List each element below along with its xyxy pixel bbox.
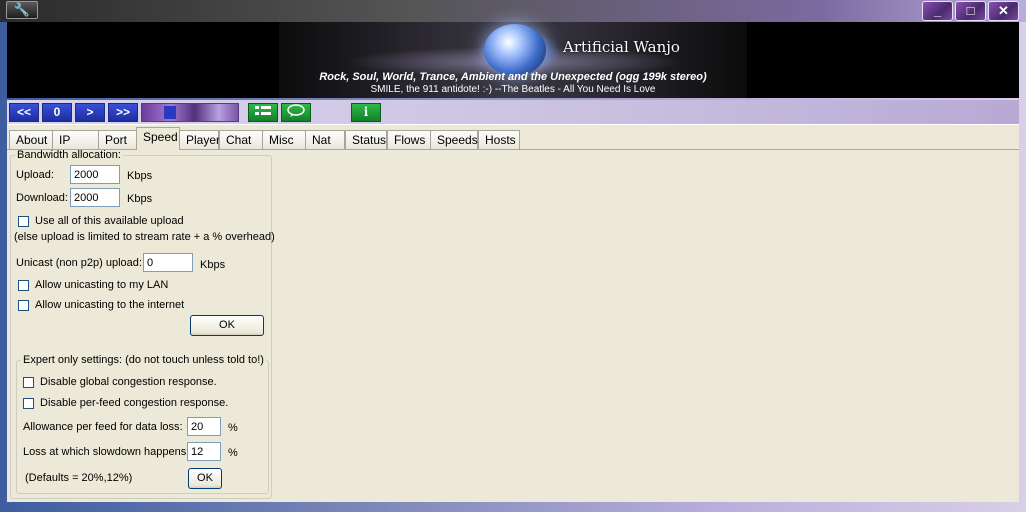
defaults-note: (Defaults = 20%,12%) [25, 472, 133, 484]
chat-bubble-icon[interactable] [281, 103, 311, 122]
rewind-button[interactable]: << [9, 103, 39, 122]
loss-unit: % [228, 447, 238, 459]
allow-internet-label: Allow unicasting to the internet [35, 299, 185, 311]
now-playing-text: SMILE, the 911 antidote! :-) --The Beatl… [370, 84, 656, 95]
expert-ok-button[interactable]: OK [188, 468, 222, 489]
bandwidth-legend: Bandwidth allocation: [17, 149, 121, 161]
list-icon[interactable] [248, 103, 278, 122]
tab-ip[interactable]: IP [52, 130, 99, 150]
player-toolbar: << 0 > >> i [7, 100, 1019, 124]
tab-player[interactable]: Player [179, 130, 220, 150]
fast-forward-button[interactable]: >> [108, 103, 138, 122]
expert-legend: Expert only settings: (do not touch unle… [23, 354, 264, 366]
allow-lan-checkbox[interactable] [18, 280, 29, 291]
use-all-checkbox[interactable] [18, 216, 29, 227]
title-bar: 🔧 _ □ ✕ [0, 0, 1026, 22]
loss-field[interactable] [187, 442, 221, 461]
download-field[interactable] [70, 188, 120, 207]
unicast-label: Unicast (non p2p) upload: [16, 257, 142, 269]
use-all-note: (else upload is limited to stream rate +… [14, 231, 275, 243]
next-button[interactable]: > [75, 103, 105, 122]
station-tagline: Rock, Soul, World, Trance, Ambient and t… [319, 71, 707, 83]
close-button[interactable]: ✕ [988, 1, 1019, 21]
visualizer-strip[interactable] [141, 103, 239, 122]
settings-panel: About IP Port Speed Player Chat Misc Nat… [7, 124, 1019, 502]
tab-bar: About IP Port Speed Player Chat Misc Nat… [7, 127, 1019, 150]
reset-button[interactable]: 0 [42, 103, 72, 122]
allowance-unit: % [228, 422, 238, 434]
tab-status[interactable]: Status [345, 130, 387, 150]
allow-internet-checkbox[interactable] [18, 300, 29, 311]
disable-perfeed-checkbox[interactable] [23, 398, 34, 409]
tab-hosts[interactable]: Hosts [478, 130, 520, 150]
globe-logo-icon [484, 24, 546, 76]
bandwidth-ok-button[interactable]: OK [190, 315, 264, 336]
wrench-icon[interactable]: 🔧 [6, 1, 38, 19]
download-unit: Kbps [127, 193, 153, 205]
tab-speeds[interactable]: Speeds [430, 130, 478, 150]
tab-speed[interactable]: Speed [136, 127, 180, 150]
disable-global-checkbox[interactable] [23, 377, 34, 388]
maximize-button[interactable]: □ [955, 1, 986, 21]
tab-misc[interactable]: Misc [262, 130, 306, 150]
tab-nat[interactable]: Nat [305, 130, 345, 150]
minimize-button[interactable]: _ [922, 1, 953, 21]
upload-label: Upload: [16, 169, 54, 181]
visualizer-marker-icon [164, 106, 176, 119]
tab-port[interactable]: Port [98, 130, 138, 150]
upload-field[interactable] [70, 165, 120, 184]
disable-global-label: Disable global congestion response. [40, 376, 217, 388]
allowance-field[interactable] [187, 417, 221, 436]
info-icon[interactable]: i [351, 103, 381, 122]
allowance-label: Allowance per feed for data loss: [23, 421, 183, 433]
tab-about[interactable]: About [9, 130, 53, 150]
use-all-label: Use all of this available upload [35, 215, 184, 227]
stream-banner: Artificial Wanjo Rock, Soul, World, Tran… [7, 22, 1019, 98]
tab-chat[interactable]: Chat [219, 130, 263, 150]
upload-unit: Kbps [127, 170, 153, 182]
disable-perfeed-label: Disable per-feed congestion response. [40, 397, 229, 409]
unicast-unit: Kbps [200, 259, 226, 271]
station-name: Artificial Wanjo [563, 38, 680, 56]
app-window: 🔧 _ □ ✕ Artificial Wanjo Rock, Soul, Wor… [0, 0, 1026, 512]
download-label: Download: [16, 192, 68, 204]
loss-label: Loss at which slowdown happens: [23, 446, 190, 458]
tab-flows[interactable]: Flows [387, 130, 431, 150]
allow-lan-label: Allow unicasting to my LAN [35, 279, 169, 291]
unicast-field[interactable] [143, 253, 193, 272]
